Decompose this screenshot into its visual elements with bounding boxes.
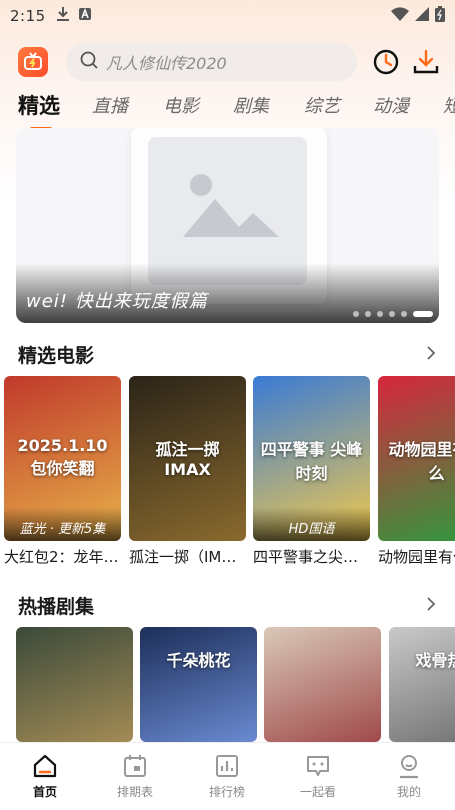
hero-banner[interactable]: wei! 快出来玩度假篇 (16, 128, 439, 323)
nav-ranking[interactable]: 排行榜 (192, 753, 262, 800)
poster-artwork-text: 孤注一掷 IMAX (155, 440, 220, 479)
download-status-icon (56, 6, 70, 26)
poster-card[interactable]: 千朵桃花 (140, 627, 257, 742)
chevron-right-icon[interactable] (423, 345, 439, 361)
poster-artwork-text: 四平警事 尖峰时刻 (260, 440, 363, 483)
nav-label-watch-together: 一起看 (299, 785, 336, 799)
poster-title[interactable]: 四平警事之尖峰时刻 (253, 546, 370, 567)
app-logo-icon[interactable] (18, 47, 48, 77)
app-notification-icon (78, 7, 92, 25)
pagination-dot (401, 311, 407, 317)
poster-title[interactable]: 孤注一掷（IMAX） (129, 546, 246, 567)
nav-label-ranking: 排行榜 (208, 785, 245, 799)
section-title-movies: 精选电影 (18, 345, 95, 367)
nav-label-profile: 我的 (396, 785, 421, 799)
pagination-dot (353, 311, 359, 317)
tab-live[interactable]: 直播 (92, 92, 128, 118)
poster-card[interactable]: 孤注一掷 IMAX (129, 376, 246, 541)
tab-movies[interactable]: 电影 (163, 92, 199, 118)
poster-card[interactable]: 戏骨热血 (389, 627, 455, 742)
poster-artwork-text: 2025.1.10 包你笑翻 (17, 436, 108, 478)
movie-row: 2025.1.10 包你笑翻蓝光 · 更新5集大红包2：龙年大吉 孤注一掷 IMA… (0, 376, 455, 571)
section-title-series: 热播剧集 (18, 596, 95, 618)
poster-card[interactable]: 2025.1.10 包你笑翻蓝光 · 更新5集 (4, 376, 121, 541)
chevron-right-icon[interactable] (423, 596, 439, 612)
nav-watch-together[interactable]: 一起看 (283, 753, 353, 800)
tab-variety[interactable]: 综艺 (304, 92, 340, 118)
poster-title[interactable]: 大红包2：龙年大吉 (4, 546, 121, 567)
tab-featured[interactable]: 精选 (18, 92, 60, 120)
nav-schedule[interactable]: 排期表 (100, 753, 170, 800)
download-button[interactable] (412, 48, 440, 76)
poster-title[interactable]: 动物园里有什么？ (378, 546, 455, 567)
tab-short[interactable]: 短 (443, 92, 455, 118)
poster-badge: 蓝光 · 更新5集 (4, 507, 121, 541)
poster-artwork-text: 动物园里有什么 (388, 440, 455, 483)
series-row: 千朵桃花 戏骨热血 (0, 627, 455, 742)
status-time: 2:15 (10, 7, 46, 25)
search-input[interactable]: 凡人修仙传2020 (66, 43, 357, 81)
watch-together-icon (307, 756, 329, 776)
poster-card[interactable]: 动物园里有什么 (378, 376, 455, 541)
nav-label-schedule: 排期表 (116, 785, 153, 799)
calendar-icon (124, 755, 146, 777)
home-icon (33, 754, 57, 778)
tab-series[interactable]: 剧集 (233, 92, 269, 118)
tab-anime[interactable]: 动漫 (373, 92, 409, 118)
wifi-icon (391, 7, 409, 25)
top-bar: 凡人修仙传2020 (0, 42, 455, 82)
poster-badge: HD国语 (253, 507, 370, 541)
pagination-dot (377, 311, 383, 317)
poster-artwork-text: 千朵桃花 (166, 651, 231, 670)
chart-icon (216, 755, 238, 777)
signal-icon (415, 7, 429, 25)
banner-pagination (353, 311, 433, 317)
nav-label-home: 首页 (32, 785, 57, 799)
bottom-navigation: 首页 排期表 排行榜 一起看 我的 (0, 742, 455, 810)
download-icon (413, 49, 439, 74)
poster-card[interactable]: 四平警事 尖峰时刻 HD国语 (253, 376, 370, 541)
search-placeholder: 凡人修仙传2020 (106, 54, 227, 73)
search-icon (80, 51, 98, 73)
category-tabs: 精选 直播 电影 剧集 综艺 动漫 短 (0, 92, 455, 132)
poster-card[interactable] (16, 627, 133, 742)
poster-artwork-text: 戏骨热血 (415, 651, 455, 670)
clock-icon (373, 49, 399, 75)
profile-icon (400, 755, 418, 779)
poster-card[interactable] (264, 627, 381, 742)
status-bar: 2:15 (0, 0, 455, 32)
pagination-dot (413, 311, 433, 317)
pagination-dot (365, 311, 371, 317)
battery-icon (435, 6, 445, 26)
banner-title: wei! 快出来玩度假篇 (26, 291, 208, 312)
nav-home[interactable]: 首页 (10, 753, 80, 800)
nav-profile[interactable]: 我的 (374, 753, 444, 800)
history-button[interactable] (372, 48, 400, 76)
pagination-dot (389, 311, 395, 317)
